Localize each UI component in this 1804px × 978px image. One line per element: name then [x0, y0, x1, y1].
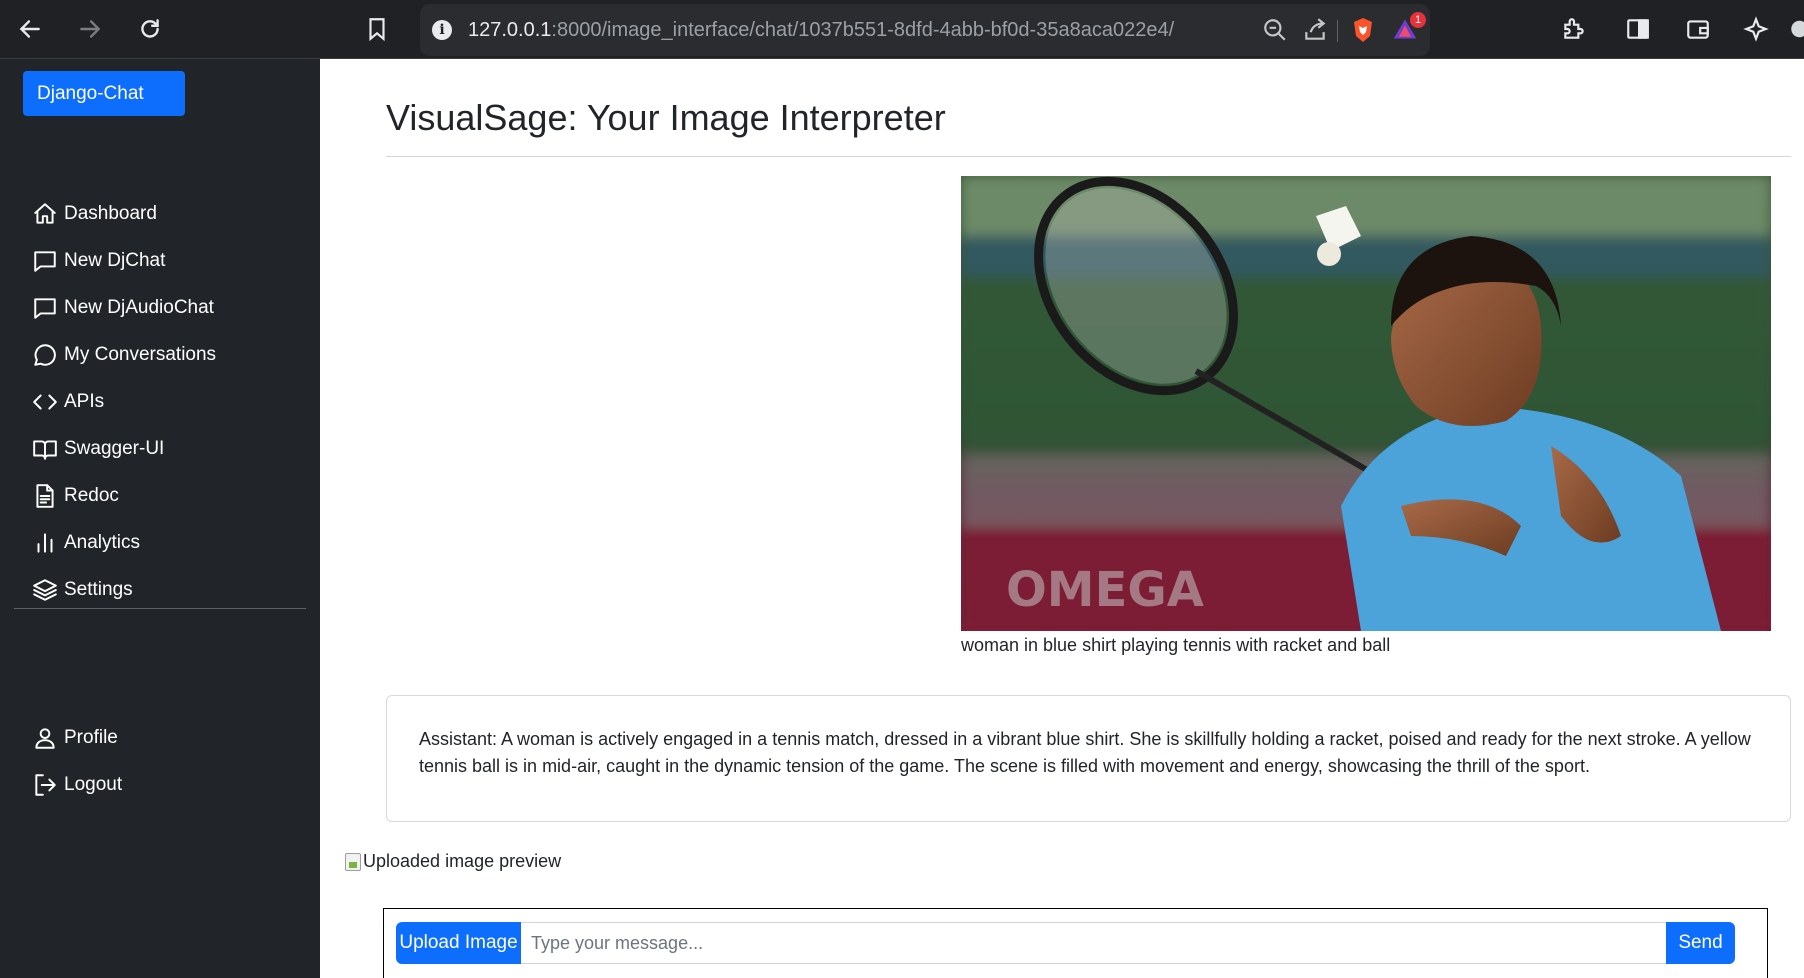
bar-chart-icon: [37, 533, 53, 553]
address-bar[interactable]: i 127.0.0.1:8000/image_interface/chat/10…: [420, 4, 1430, 56]
assistant-message-card: Assistant: A woman is actively engaged i…: [386, 695, 1791, 822]
leo-ai-icon[interactable]: [1734, 8, 1778, 50]
image-caption: woman in blue shirt playing tennis with …: [961, 635, 1391, 655]
sidebar: Django-Chat Dashboard New DjChat New DjA…: [0, 59, 320, 978]
sidebar-item-new-djaudiochat[interactable]: New DjAudioChat: [32, 290, 214, 326]
uploaded-image-preview: Uploaded image preview: [345, 851, 561, 872]
site-info-icon[interactable]: i: [432, 20, 452, 40]
sidebar-item-apis[interactable]: APIs: [32, 384, 104, 420]
sidebar-item-label: My Conversations: [64, 344, 217, 365]
assistant-message: Assistant: A woman is actively engaged i…: [419, 729, 1751, 776]
sidebar-item-my-conversations[interactable]: My Conversations: [32, 337, 216, 373]
person-icon: [35, 728, 55, 749]
sidebar-item-analytics[interactable]: Analytics: [32, 525, 140, 561]
sidebar-item-label: New DjAudioChat: [64, 297, 214, 318]
zoom-icon[interactable]: [1262, 17, 1288, 43]
layers-icon: [33, 579, 57, 601]
page-title: VisualSage: Your Image Interpreter: [386, 97, 946, 138]
document-icon: [36, 484, 54, 508]
url-path: :8000/image_interface/chat/1037b551-8dfd…: [551, 19, 1175, 41]
omnibox-divider: [1337, 20, 1338, 42]
url-host: 127.0.0.1: [468, 19, 552, 41]
back-icon[interactable]: [8, 8, 52, 50]
chat-square-icon: [34, 251, 56, 272]
preview-alt-text: Uploaded image preview: [363, 851, 562, 871]
title-divider: [386, 156, 1791, 157]
sidebar-item-new-djchat[interactable]: New DjChat: [32, 243, 165, 279]
sidebar-item-label: Redoc: [64, 485, 119, 506]
sidebar-item-swagger-ui[interactable]: Swagger-UI: [32, 431, 164, 467]
brand-button[interactable]: Django-Chat: [23, 71, 185, 116]
rewards-badge: 1: [1410, 12, 1426, 28]
sidebar-item-redoc[interactable]: Redoc: [32, 478, 119, 514]
sidebar-toggle-icon[interactable]: [1616, 8, 1660, 50]
sidebar-item-label: Logout: [64, 774, 123, 795]
broken-image-icon: [345, 852, 361, 871]
url-text[interactable]: 127.0.0.1:8000/image_interface/chat/1037…: [468, 19, 1174, 42]
browser-toolbar: i 127.0.0.1:8000/image_interface/chat/10…: [0, 0, 1804, 59]
upload-image-button[interactable]: Upload Image: [396, 922, 521, 964]
message-input[interactable]: [521, 922, 1666, 964]
profile-avatar-icon[interactable]: [1786, 8, 1804, 50]
logout-icon: [35, 774, 56, 796]
sidebar-divider: [14, 608, 306, 609]
brave-shield-icon[interactable]: [1350, 17, 1376, 43]
sidebar-item-label: Profile: [64, 727, 118, 748]
home-icon: [34, 203, 56, 224]
wallet-icon[interactable]: [1676, 8, 1720, 50]
chat-square-icon: [34, 298, 56, 319]
brave-rewards-icon[interactable]: 1: [1392, 12, 1426, 44]
code-icon: [33, 394, 57, 410]
bookmark-icon[interactable]: [355, 8, 399, 50]
sidebar-item-label: Analytics: [64, 532, 141, 553]
main-content: VisualSage: Your Image Interpreter OMEGA…: [320, 59, 1804, 978]
sidebar-item-label: Swagger-UI: [64, 438, 165, 459]
send-button[interactable]: Send: [1666, 922, 1735, 964]
sidebar-item-logout[interactable]: Logout: [32, 767, 122, 803]
uploaded-photo: OMEGA: [961, 176, 1771, 631]
book-icon: [33, 440, 57, 460]
forward-icon[interactable]: [68, 8, 112, 50]
chat-form: Upload Image Send: [383, 908, 1768, 978]
share-icon[interactable]: [1302, 17, 1328, 43]
sidebar-item-label: Settings: [64, 579, 133, 600]
extensions-icon[interactable]: [1552, 8, 1596, 50]
photo-watermark: OMEGA: [1006, 562, 1204, 618]
sidebar-item-dashboard[interactable]: Dashboard: [32, 196, 157, 232]
chat-bubble-icon: [34, 344, 56, 366]
sidebar-item-label: New DjChat: [64, 250, 166, 271]
reload-icon[interactable]: [128, 8, 172, 50]
sidebar-item-profile[interactable]: Profile: [32, 720, 118, 756]
sidebar-item-label: Dashboard: [64, 203, 157, 224]
sidebar-item-label: APIs: [64, 391, 105, 412]
sidebar-item-settings[interactable]: Settings: [32, 572, 133, 608]
